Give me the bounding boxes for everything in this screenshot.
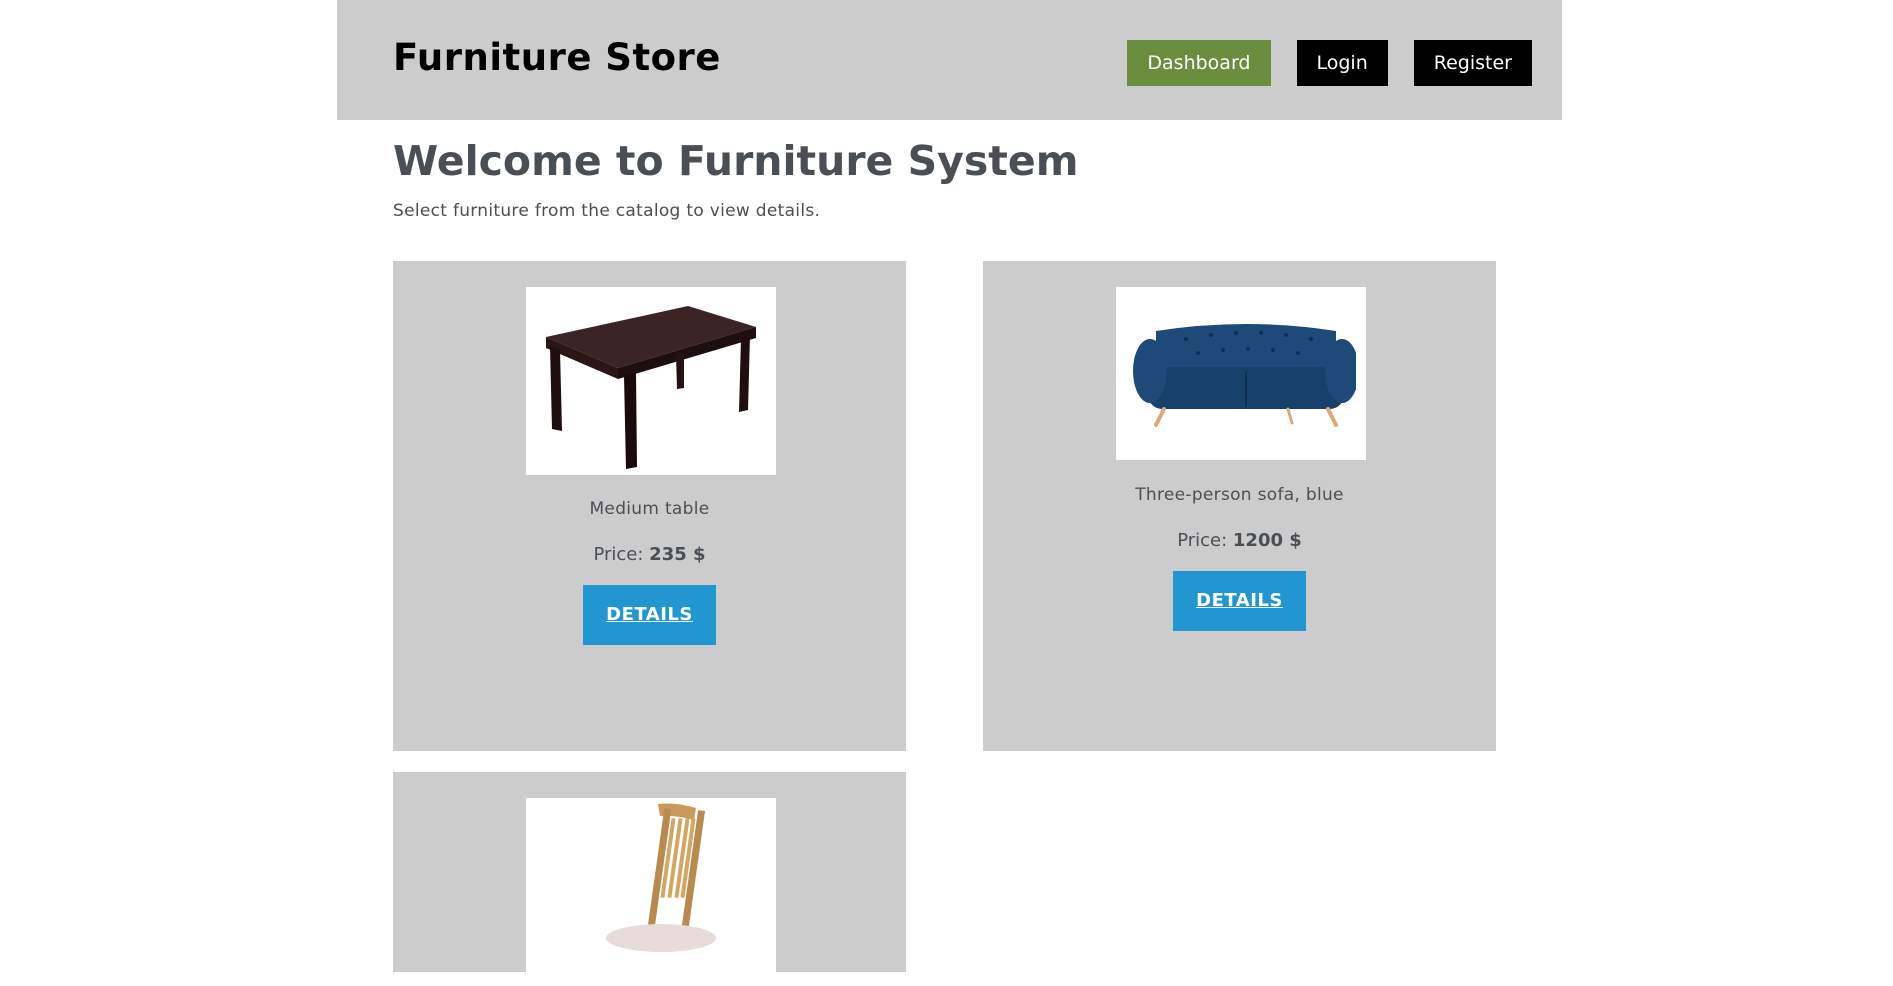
site-header: Furniture Store Dashboard Login Register [337, 0, 1562, 120]
item-name: Medium table [589, 499, 710, 519]
login-button[interactable]: Login [1296, 40, 1388, 86]
dashboard-button[interactable]: Dashboard [1127, 40, 1271, 86]
sofa-image [1116, 287, 1366, 460]
furniture-card [393, 772, 906, 986]
price-value: 1200 $ [1232, 530, 1302, 551]
page-subtitle: Select furniture from the catalog to vie… [393, 201, 821, 221]
price-label: Price: [1177, 530, 1228, 551]
top-nav: Dashboard Login Register [1127, 40, 1532, 86]
furniture-card: Medium table Price: 235 $ DETAILS [393, 261, 906, 751]
price-label: Price: [593, 544, 644, 565]
register-button[interactable]: Register [1413, 40, 1532, 86]
price-value: 235 $ [649, 544, 706, 565]
brand-title: Furniture Store [393, 36, 721, 79]
table-image [526, 287, 776, 475]
item-price: Price: 235 $ [393, 544, 906, 565]
details-button[interactable]: DETAILS [1173, 571, 1306, 631]
item-price: Price: 1200 $ [983, 530, 1496, 551]
details-button[interactable]: DETAILS [583, 585, 716, 645]
page-title: Welcome to Furniture System [393, 137, 1079, 185]
chair-image [526, 798, 776, 986]
item-name: Three-person sofa, blue [1135, 485, 1344, 505]
furniture-card: Three-person sofa, blue Price: 1200 $ DE… [983, 261, 1496, 751]
